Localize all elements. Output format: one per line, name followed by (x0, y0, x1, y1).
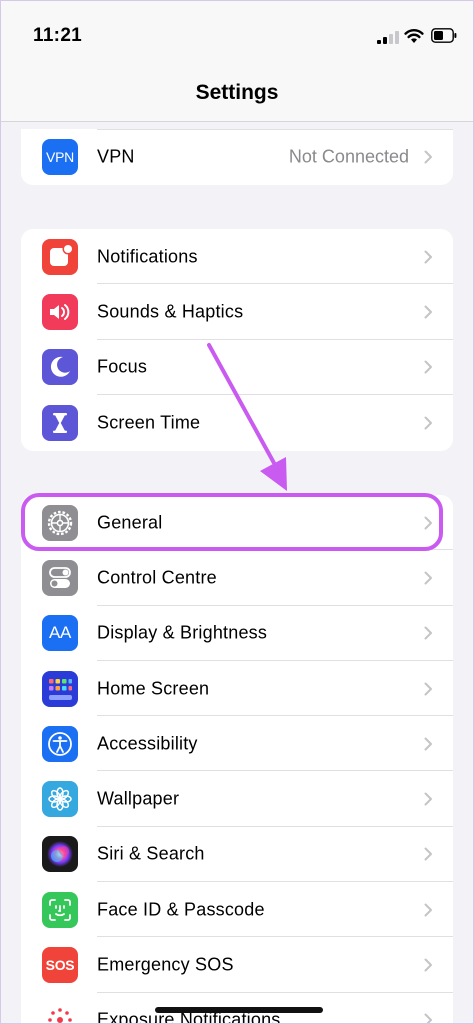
page-title: Settings (195, 81, 279, 104)
chevron-right-icon (424, 1013, 432, 1023)
general-group: General Control Centre AA Display & Brig… (21, 495, 453, 1023)
exposure-icon (42, 1002, 78, 1023)
settings-row-siri-search[interactable]: Siri & Search (21, 827, 453, 883)
settings-row-sounds-haptics[interactable]: Sounds & Haptics (21, 284, 453, 340)
row-label: Face ID & Passcode (97, 899, 265, 920)
text-size-icon: AA (42, 615, 78, 652)
row-label: Siri & Search (97, 843, 205, 864)
status-bar: 11:21 (1, 1, 473, 69)
settings-screen: 11:21 Settings VPN VPN Not Connected Not… (0, 0, 474, 1024)
flower-icon (42, 781, 78, 818)
chevron-right-icon (424, 958, 432, 972)
settings-row-screen-time[interactable]: Screen Time (21, 395, 453, 450)
settings-row-focus[interactable]: Focus (21, 340, 453, 395)
row-label: Focus (97, 356, 148, 377)
settings-row-emergency-sos[interactable]: SOS Emergency SOS (21, 937, 453, 993)
chevron-right-icon (424, 360, 432, 374)
speaker-icon (42, 293, 78, 330)
accessibility-icon (42, 725, 78, 762)
settings-row-display-brightness[interactable]: AA Display & Brightness (21, 606, 453, 661)
row-label: Notifications (97, 246, 198, 267)
row-label: Sounds & Haptics (97, 301, 244, 322)
settings-row-wallpaper[interactable]: Wallpaper (21, 771, 453, 827)
moon-icon (42, 349, 78, 386)
wifi-icon (404, 29, 424, 43)
hourglass-icon (42, 404, 78, 441)
settings-row-accessibility[interactable]: Accessibility (21, 716, 453, 772)
row-label: VPN (97, 146, 135, 167)
settings-row-face-id-passcode[interactable]: Face ID & Passcode (21, 882, 453, 938)
chevron-right-icon (424, 847, 432, 861)
navigation-bar: Settings (1, 69, 473, 122)
toggles-icon (42, 559, 78, 596)
row-label: Control Centre (97, 567, 217, 588)
settings-row-notifications[interactable]: Notifications (21, 229, 453, 285)
battery-icon (431, 28, 457, 43)
vpn-group: VPN VPN Not Connected (21, 129, 453, 185)
chevron-right-icon (424, 305, 432, 319)
chevron-right-icon (424, 150, 432, 164)
sos-icon: SOS (42, 947, 78, 984)
chevron-right-icon (424, 682, 432, 696)
siri-icon (42, 836, 78, 873)
chevron-right-icon (424, 737, 432, 751)
row-label: Screen Time (97, 412, 201, 433)
chevron-right-icon (424, 903, 432, 917)
chevron-right-icon (424, 571, 432, 585)
chevron-right-icon (424, 250, 432, 264)
face-id-icon (42, 891, 78, 928)
chevron-right-icon (424, 792, 432, 806)
row-label: Emergency SOS (97, 954, 234, 975)
row-label: Home Screen (97, 678, 210, 699)
notifications-group: Notifications Sounds & Haptics Focus Scr… (21, 229, 453, 451)
vpn-icon: VPN (42, 139, 78, 175)
vpn-status-value: Not Connected (288, 146, 409, 167)
cellular-signal-icon (377, 31, 399, 44)
chevron-right-icon (424, 626, 432, 640)
bell-icon (42, 238, 78, 275)
home-indicator (155, 1007, 323, 1013)
row-label: Display & Brightness (97, 622, 268, 643)
status-time: 11:21 (33, 25, 83, 46)
row-label: Accessibility (97, 733, 198, 754)
app-grid-icon (42, 670, 78, 707)
settings-row-vpn[interactable]: VPN VPN Not Connected (21, 129, 453, 185)
chevron-right-icon (424, 416, 432, 430)
settings-row-control-centre[interactable]: Control Centre (21, 550, 453, 606)
row-label: Wallpaper (97, 788, 180, 809)
settings-row-home-screen[interactable]: Home Screen (21, 661, 453, 717)
general-highlight-outline (21, 493, 443, 551)
